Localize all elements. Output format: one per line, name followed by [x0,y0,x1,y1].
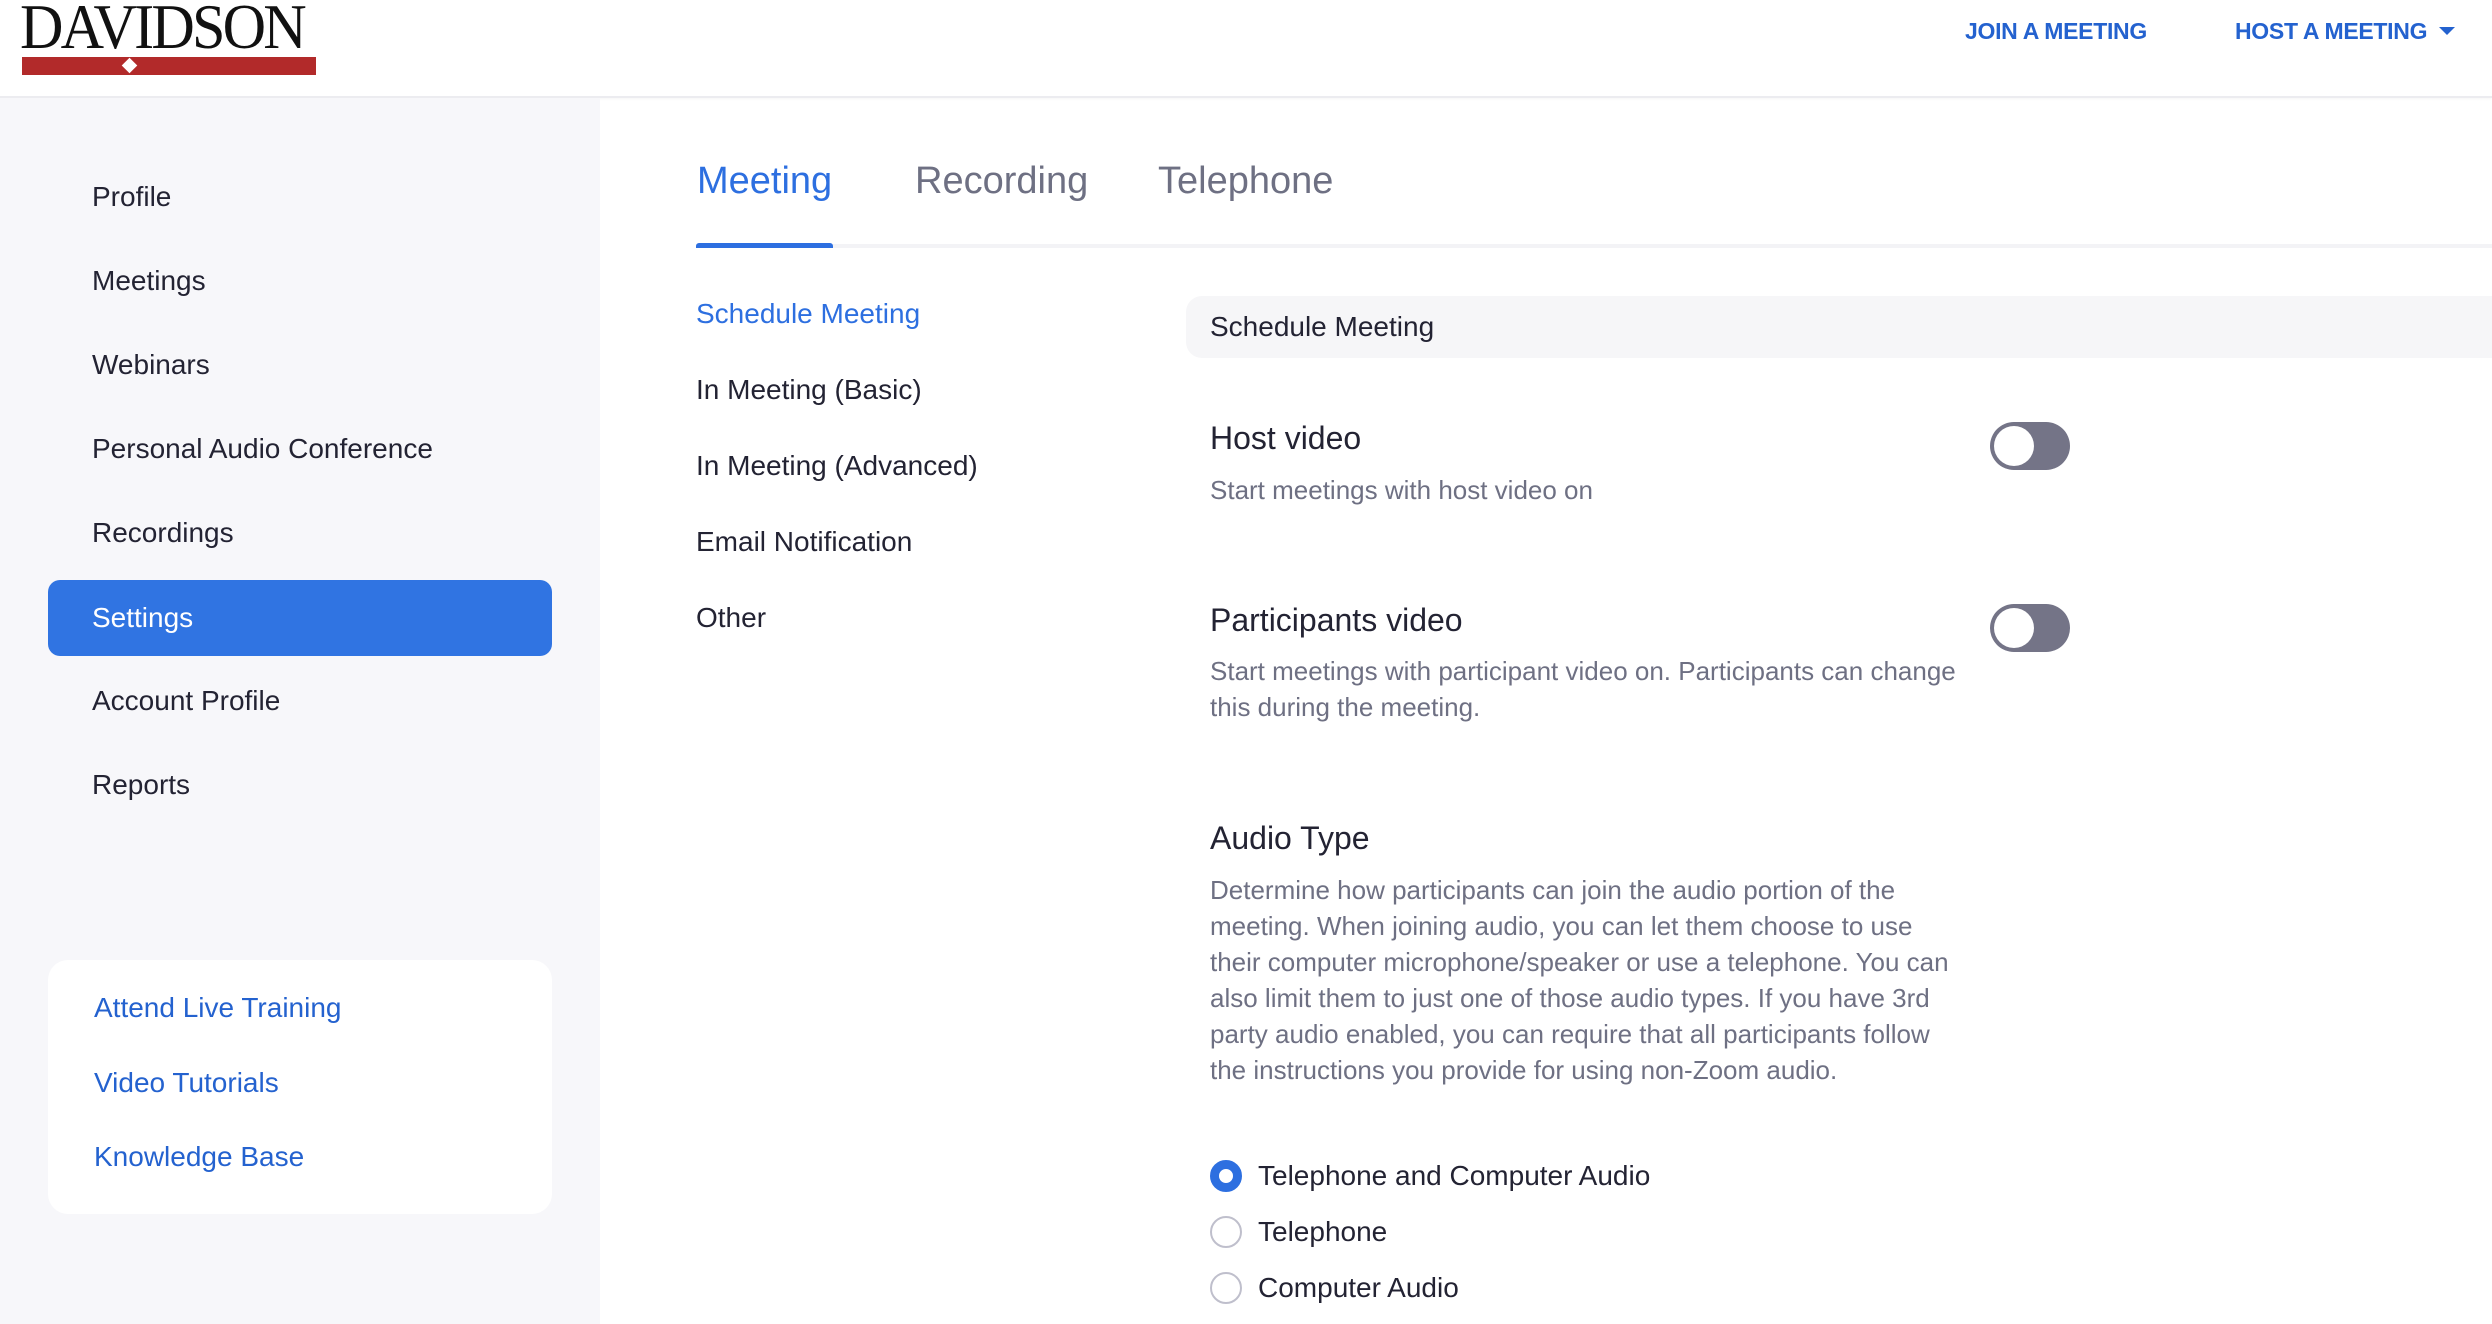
radio-label: Computer Audio [1258,1272,1459,1303]
toggle-knob [1994,426,2034,466]
audio-type-description: Determine how participants can join the … [1210,875,1949,1085]
host-video-title: Host video [1210,420,1362,456]
active-tab-indicator [696,243,833,248]
participants-video-title: Participants video [1210,602,1463,638]
top-header: DAVIDSON JOIN A MEETING HOST A MEETING [0,0,2492,98]
subnav-schedule-meeting[interactable]: Schedule Meeting [696,298,920,330]
sidebar-item-reports[interactable]: Reports [48,747,552,823]
audio-option-computer-audio[interactable]: Computer Audio [1210,1268,1459,1308]
radio-unchecked-icon[interactable] [1210,1216,1242,1248]
subnav-in-meeting-advanced[interactable]: In Meeting (Advanced) [696,450,978,482]
sidebar-item-profile[interactable]: Profile [48,159,552,235]
toggle-knob [1994,608,2034,648]
host-video-toggle[interactable] [1990,422,2070,470]
radio-checked-icon[interactable] [1210,1160,1242,1192]
sidebar-item-meetings[interactable]: Meetings [48,243,552,319]
radio-label: Telephone and Computer Audio [1258,1160,1651,1191]
help-links-card: Attend Live Training Video Tutorials Kno… [48,960,552,1214]
section-title: Schedule Meeting [1210,311,1435,342]
audio-option-telephone-and-computer[interactable]: Telephone and Computer Audio [1210,1156,1650,1196]
host-meeting-menu[interactable]: HOST A MEETING [2235,18,2456,45]
subnav-email-notification[interactable]: Email Notification [696,526,912,558]
tab-meeting[interactable]: Meeting [697,160,832,203]
host-meeting-label: HOST A MEETING [2235,18,2428,44]
participants-video-description: Start meetings with participant video on… [1210,656,1956,722]
audio-type-title: Audio Type [1210,820,1370,856]
attend-live-training-link[interactable]: Attend Live Training [94,992,342,1024]
join-meeting-link[interactable]: JOIN A MEETING [1965,18,2147,45]
host-video-description: Start meetings with host video on [1210,475,1593,505]
subnav-other[interactable]: Other [696,602,766,634]
sidebar-item-account-profile[interactable]: Account Profile [48,663,552,739]
radio-unchecked-icon[interactable] [1210,1272,1242,1304]
logo-text: DAVIDSON [20,0,307,62]
sidebar: Profile Meetings Webinars Personal Audio… [0,98,600,1324]
tab-recording[interactable]: Recording [915,160,1088,203]
radio-label: Telephone [1258,1216,1388,1247]
sidebar-item-webinars[interactable]: Webinars [48,327,552,403]
caret-down-icon [2439,26,2456,35]
participants-video-toggle[interactable] [1990,604,2070,652]
tab-divider [696,244,2492,248]
video-tutorials-link[interactable]: Video Tutorials [94,1067,279,1099]
davidson-logo[interactable]: DAVIDSON [20,0,320,78]
sidebar-item-personal-audio-conference[interactable]: Personal Audio Conference [48,411,552,487]
logo-red-bar [22,57,316,75]
sidebar-item-settings[interactable]: Settings [48,580,552,656]
audio-option-telephone[interactable]: Telephone [1210,1212,1387,1252]
section-header: Schedule Meeting [1186,296,2492,358]
tab-telephone[interactable]: Telephone [1158,160,1333,203]
sidebar-item-recordings[interactable]: Recordings [48,495,552,571]
knowledge-base-link[interactable]: Knowledge Base [94,1141,304,1173]
subnav-in-meeting-basic[interactable]: In Meeting (Basic) [696,374,922,406]
